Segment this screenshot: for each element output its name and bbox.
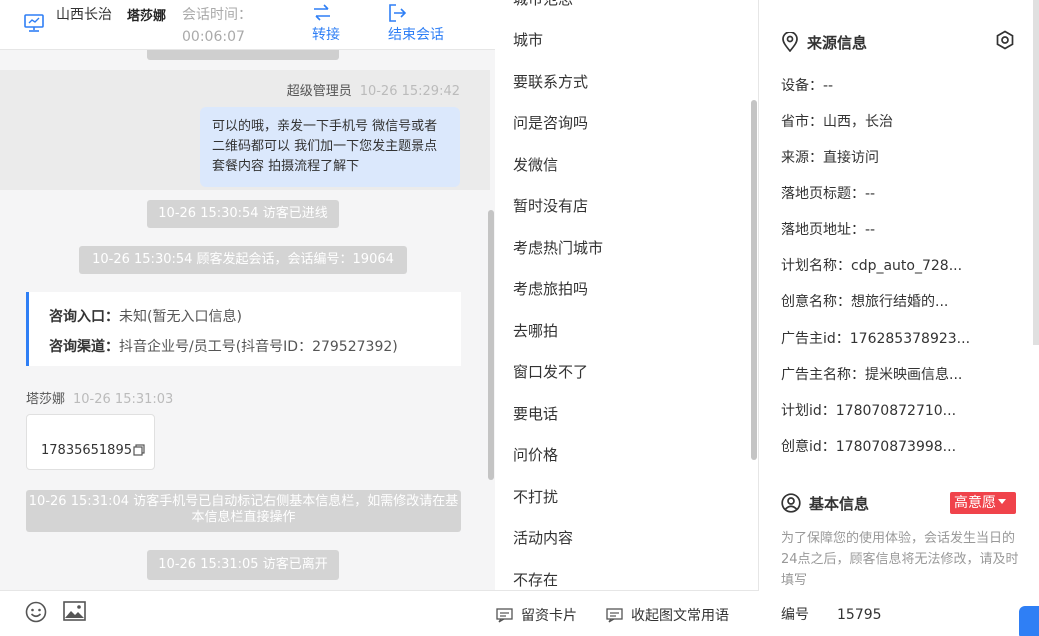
session-time-value: 00:06:07: [182, 29, 245, 45]
quick-phrase-item[interactable]: 暂时没有店: [513, 195, 588, 216]
intent-level-label: 高意愿: [954, 495, 996, 511]
consult-entry-card: 咨询入口：未知(暂无入口信息) 咨询渠道：抖音企业号/员工号(抖音号ID：279…: [26, 292, 461, 366]
customer-id-row: 编号 15795: [781, 604, 882, 624]
card-icon: [496, 608, 513, 623]
collapse-phrases-label: 收起图文常用语: [631, 608, 729, 624]
intent-level-dropdown[interactable]: 高意愿: [950, 492, 1016, 514]
quick-phrase-item[interactable]: 发微信: [513, 154, 558, 175]
quick-phrase-panel: 城市范思 城市 要联系方式 问是咨询吗 发微信 暂时没有店 考虑热门城市 考虑旅…: [495, 0, 759, 590]
consult-entry-value: 未知(暂无入口信息): [119, 309, 242, 325]
source-info-title-text: 来源信息: [807, 34, 868, 52]
quick-phrase-item[interactable]: 问价格: [513, 444, 558, 465]
quick-phrase-item[interactable]: 不打扰: [513, 486, 558, 507]
source-channel: 来源：直接访问: [781, 150, 879, 166]
collapse-icon: [606, 608, 623, 623]
user-circle-icon: [781, 493, 801, 513]
message-list[interactable]: 超级管理员 10-26 15:29:42 可以的哦，亲发一下手机号 微信号或者二维…: [0, 44, 495, 590]
consult-entry-row: 咨询入口：未知(暂无入口信息): [49, 302, 461, 332]
floating-action-button[interactable]: [1019, 606, 1039, 636]
system-message-phone-tagged: 10-26 15:31:04 访客手机号已自动标记右侧基本信息栏，如需修改请在基…: [26, 490, 461, 532]
info-panel-scrollbar[interactable]: [1033, 0, 1039, 345]
system-message-visitor-entered: 10-26 15:30:54 访客已进线: [147, 200, 339, 228]
visitor-info-panel: 来源信息 设备：-- 省市：山西，长治 来源：直接访问 落地页标题：-- 落地页…: [759, 0, 1039, 636]
chat-header: 山西长治 塔莎娜 会话时间： 00:06:07 转接 结束会话: [0, 0, 495, 50]
edit-notice: 为了保障您的使用体验，会话发生当日的24点之后，顾客信息将无法修改，请及时填写: [781, 531, 1019, 588]
system-message-visitor-left: 10-26 15:31:05 访客已离开: [147, 550, 339, 580]
consult-channel-row: 咨询渠道：抖音企业号/员工号(抖音号ID：279527392): [49, 332, 461, 362]
consult-channel-value: 抖音企业号/员工号(抖音号ID：279527392): [119, 339, 398, 355]
agent-message-time: 10-26 15:29:42: [359, 84, 460, 99]
chat-toolbar: 留资卡片 收起图文常用语: [0, 590, 759, 636]
agent-message: 超级管理员 10-26 15:29:42 可以的哦，亲发一下手机号 微信号或者二维…: [0, 70, 490, 190]
source-creative-id: 创意id：178070873998...: [781, 439, 957, 455]
transfer-label: 转接: [312, 27, 340, 43]
transfer-button[interactable]: 转接: [312, 2, 340, 44]
location-pin-icon: [782, 31, 798, 53]
basic-info-title-text: 基本信息: [809, 495, 870, 513]
quick-phrase-item[interactable]: 城市范思: [513, 0, 573, 9]
chevron-down-icon: [998, 499, 1006, 504]
quick-phrase-item[interactable]: 要电话: [513, 403, 558, 424]
source-advertiser-id: 广告主id：176285378923...: [781, 331, 971, 347]
chat-panel: 山西长治 塔莎娜 会话时间： 00:06:07 转接 结束会话 超级管理员 10…: [0, 0, 495, 636]
quick-phrase-item[interactable]: 考虑旅拍吗: [513, 278, 588, 299]
copy-icon[interactable]: [133, 444, 145, 456]
collapse-phrases-button[interactable]: 收起图文常用语: [606, 605, 729, 625]
visitor-name: 塔莎娜: [127, 9, 167, 24]
exit-icon: [389, 4, 407, 22]
visitor-message-time: 10-26 15:31:03: [73, 392, 174, 407]
source-creative-name: 创意名称：想旅行结婚的...: [781, 294, 949, 310]
end-session-label: 结束会话: [388, 27, 444, 43]
source-landing-title: 落地页标题：--: [781, 186, 876, 202]
source-province-city: 省市：山西，长治: [781, 114, 893, 130]
source-landing-url: 落地页地址：--: [781, 222, 876, 238]
quick-phrase-scrollbar[interactable]: [751, 100, 757, 460]
visitor-location: 山西长治: [56, 7, 112, 23]
image-icon[interactable]: [63, 601, 86, 621]
customer-id-label: 编号: [781, 607, 809, 623]
visitor-message-name: 塔莎娜: [26, 392, 66, 407]
source-info-title: 来源信息: [781, 31, 868, 53]
lead-card-label: 留资卡片: [521, 608, 577, 624]
basic-info-title: 基本信息: [781, 493, 869, 514]
system-message-session-started: 10-26 15:30:54 顾客发起会话，会话编号：19064: [79, 246, 407, 274]
quick-phrase-item[interactable]: 要联系方式: [513, 71, 588, 92]
visitor-phone-number: 17835651895: [41, 443, 132, 458]
source-advertiser-name: 广告主名称：提米映画信息...: [781, 367, 963, 383]
consult-entry-label: 咨询入口：: [49, 309, 119, 325]
settings-icon[interactable]: [995, 30, 1015, 50]
quick-phrase-item[interactable]: 活动内容: [513, 527, 573, 548]
visitor-phone-card: 17835651895: [26, 414, 155, 470]
session-time-label: 会话时间：: [182, 7, 252, 23]
source-plan-name: 计划名称：cdp_auto_728...: [781, 258, 963, 274]
quick-phrase-item[interactable]: 考虑热门城市: [513, 237, 603, 258]
quick-phrase-item[interactable]: 城市: [513, 29, 543, 50]
source-device: 设备：--: [781, 78, 834, 94]
lead-card-button[interactable]: 留资卡片: [496, 605, 577, 625]
transfer-icon: [314, 4, 330, 21]
visitor-message-meta: 塔莎娜 10-26 15:31:03: [26, 388, 173, 407]
customer-service-workspace: 山西长治 塔莎娜 会话时间： 00:06:07 转接 结束会话 超级管理员 10…: [0, 0, 1039, 636]
end-session-button[interactable]: 结束会话: [388, 2, 444, 44]
agent-message-meta: 超级管理员 10-26 15:29:42: [287, 80, 460, 99]
quick-phrase-item[interactable]: 去哪拍: [513, 320, 558, 341]
emoji-icon[interactable]: [25, 601, 47, 623]
quick-phrase-item[interactable]: 问是咨询吗: [513, 112, 588, 133]
source-plan-id: 计划id：178070872710...: [781, 403, 957, 419]
quick-phrase-item[interactable]: 窗口发不了: [513, 361, 588, 382]
customer-id-value: 15795: [837, 607, 882, 623]
agent-name: 超级管理员: [286, 84, 352, 99]
agent-message-bubble: 可以的哦，亲发一下手机号 微信号或者二维码都可以 我们加一下您发主题景点 套餐内…: [200, 107, 460, 187]
monitor-icon: [24, 14, 44, 32]
quick-phrase-item[interactable]: 不存在: [513, 569, 558, 590]
consult-channel-label: 咨询渠道：: [49, 339, 119, 355]
chat-scrollbar[interactable]: [488, 210, 494, 480]
